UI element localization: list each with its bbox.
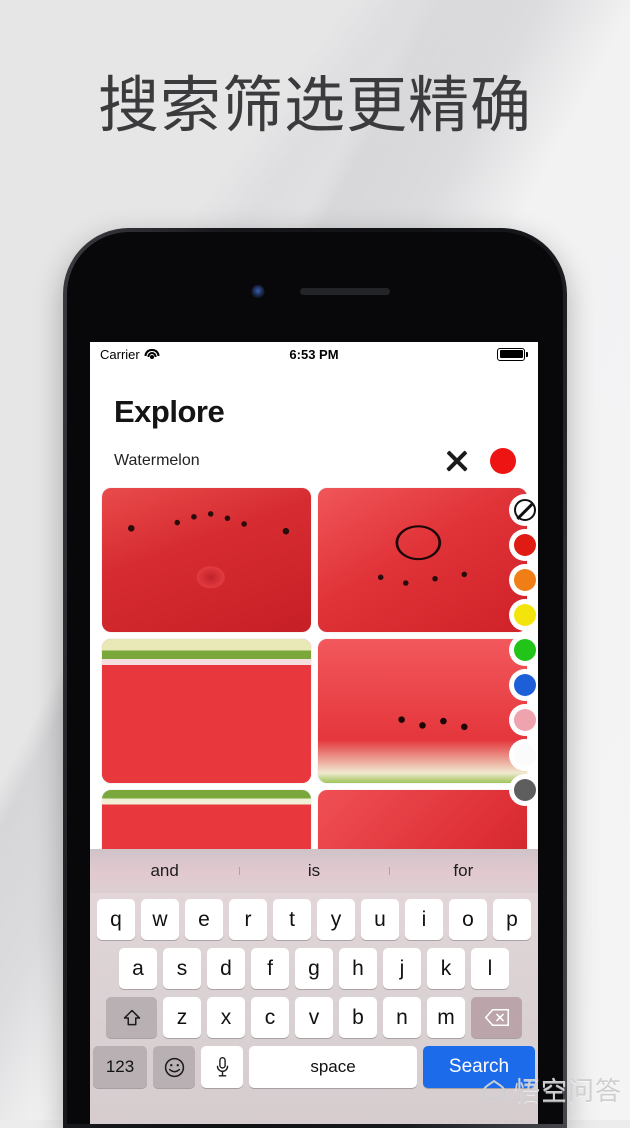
color-filter-swatch-icon[interactable] [490,448,516,474]
palette-option-pink[interactable] [509,704,538,736]
color-filter-palette[interactable] [509,494,538,806]
keyboard-row-3: z x c v b n m [90,997,538,1038]
palette-option-orange[interactable] [509,564,538,596]
suggestion-1[interactable]: is [239,861,388,881]
key-v[interactable]: v [295,997,333,1038]
key-u[interactable]: u [361,899,399,940]
result-tile[interactable] [317,639,527,783]
key-p[interactable]: p [493,899,531,940]
palette-option-yellow[interactable] [509,599,538,631]
search-input[interactable]: Watermelon [114,452,432,470]
key-q[interactable]: q [97,899,135,940]
keyboard-row-1: q w e r t y u i o p [90,899,538,940]
phone-mockup-frame: Carrier 6:53 PM Explore Watermelon and i… [63,228,567,1128]
key-o[interactable]: o [449,899,487,940]
space-key[interactable]: space [249,1046,417,1088]
smiley-emoji-icon[interactable] [153,1046,195,1088]
key-d[interactable]: d [207,948,245,989]
autocomplete-suggestion-bar: and is for [90,849,538,893]
watermark-text: 悟空问答 [513,1077,622,1107]
result-tile[interactable] [101,639,311,783]
key-k[interactable]: k [427,948,465,989]
key-t[interactable]: t [273,899,311,940]
page-title: Explore [114,394,225,429]
phone-bezel: Carrier 6:53 PM Explore Watermelon and i… [67,232,563,1124]
palette-option-none[interactable] [509,494,538,526]
key-m[interactable]: m [427,997,465,1038]
key-i[interactable]: i [405,899,443,940]
key-s[interactable]: s [163,948,201,989]
key-l[interactable]: l [471,948,509,989]
key-z[interactable]: z [163,997,201,1038]
key-w[interactable]: w [141,899,179,940]
palette-option-white[interactable] [509,739,538,771]
keyboard-row-2: a s d f g h j k l [90,948,538,989]
earpiece-speaker-icon [300,288,390,295]
key-r[interactable]: r [229,899,267,940]
suggestion-2[interactable]: for [388,861,538,881]
wukong-logo-icon [479,1075,509,1105]
status-bar-clock: 6:53 PM [289,346,339,362]
key-x[interactable]: x [207,997,245,1038]
key-n[interactable]: n [383,997,421,1038]
front-camera-icon [251,285,265,298]
search-bar[interactable]: Watermelon [90,430,538,488]
result-tile[interactable] [101,488,311,632]
onscreen-keyboard: and is for q w e r t y u i o p a s d f g… [90,849,538,1124]
palette-option-red[interactable] [509,529,538,561]
numeric-keyboard-button[interactable]: 123 [93,1046,147,1088]
microphone-icon[interactable] [201,1046,243,1088]
key-c[interactable]: c [251,997,289,1038]
key-h[interactable]: h [339,948,377,989]
key-f[interactable]: f [251,948,289,989]
shift-arrow-icon[interactable] [106,997,157,1038]
status-bar: Carrier 6:53 PM [90,342,538,366]
backspace-delete-icon[interactable] [471,997,522,1038]
palette-option-blue[interactable] [509,669,538,701]
palette-option-gray[interactable] [509,774,538,806]
watermark: 悟空问答 [479,1071,622,1108]
palette-option-green[interactable] [509,634,538,666]
key-y[interactable]: y [317,899,355,940]
keyboard-row-4: 123 space Search [90,1046,538,1088]
suggestion-0[interactable]: and [90,861,239,881]
page-headline: 搜索筛选更精确 [97,70,532,141]
result-tile[interactable] [317,488,527,632]
close-x-icon[interactable] [444,448,470,474]
key-e[interactable]: e [185,899,223,940]
key-j[interactable]: j [383,948,421,989]
key-b[interactable]: b [339,997,377,1038]
phone-screen: Carrier 6:53 PM Explore Watermelon and i… [90,342,538,1124]
key-a[interactable]: a [119,948,157,989]
key-g[interactable]: g [295,948,333,989]
